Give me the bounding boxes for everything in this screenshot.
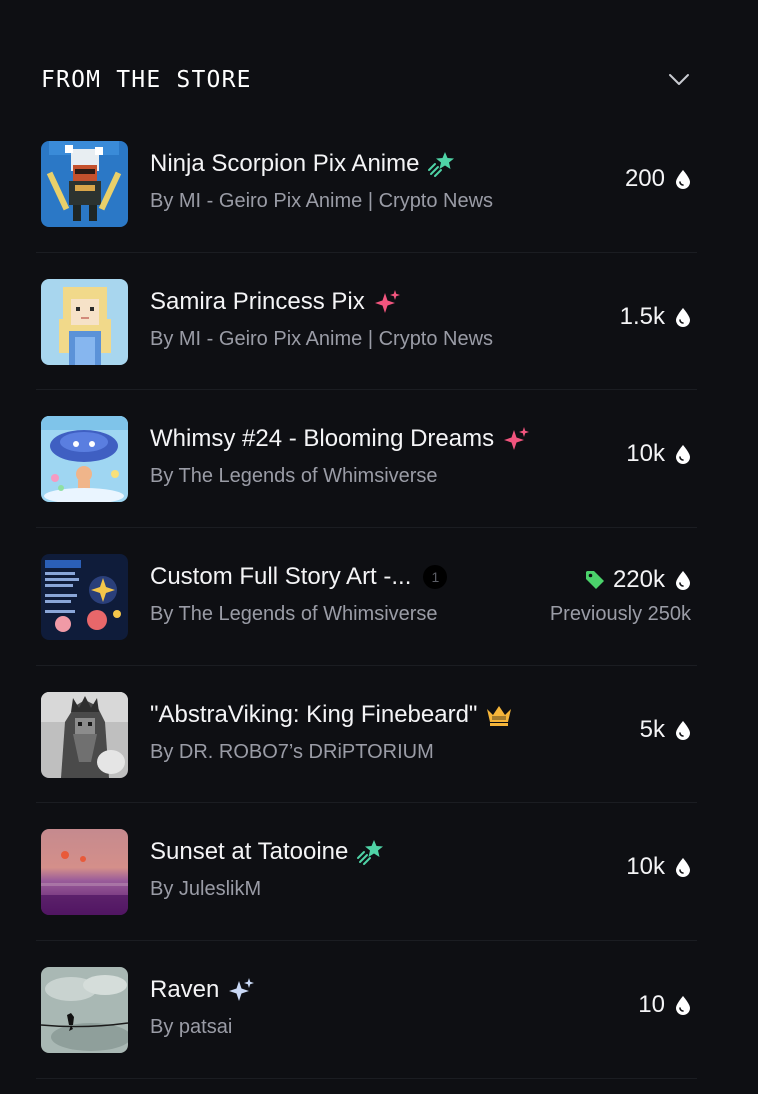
section-title: FROM THE STORE <box>41 67 252 93</box>
item-price: 10k <box>626 440 665 468</box>
item-title[interactable]: "AbstraViking: King Finebeard" <box>150 701 477 729</box>
item-creator[interactable]: By patsai <box>150 1016 232 1039</box>
item-title-line: Samira Princess Pix <box>150 288 401 316</box>
item-title-line: Custom Full Story Art -... 1 <box>150 563 448 591</box>
item-price: 10 <box>638 991 665 1019</box>
item-title-line: Raven <box>150 976 255 1004</box>
item-thumbnail <box>41 141 128 227</box>
list-item[interactable]: Sunset at Tatooine By JuleslikM 10k <box>36 803 697 942</box>
section-header[interactable]: FROM THE STORE <box>41 62 691 98</box>
shooting-star-icon <box>427 150 455 178</box>
sparkle-icon <box>502 425 530 453</box>
drop-icon <box>675 570 691 591</box>
item-title[interactable]: Sunset at Tatooine <box>150 838 348 866</box>
item-title[interactable]: Ninja Scorpion Pix Anime <box>150 150 419 178</box>
price-box: 10 <box>638 991 691 1019</box>
sparkle-icon <box>373 288 401 316</box>
price-box: 220k <box>585 566 691 594</box>
previous-price: Previously 250k <box>549 603 691 626</box>
item-thumbnail <box>41 416 128 503</box>
count-badge: 1 <box>423 565 448 590</box>
item-title[interactable]: Custom Full Story Art -... <box>150 563 411 591</box>
item-price: 220k <box>612 566 665 594</box>
list-item[interactable]: "AbstraViking: King Finebeard" By DR. RO… <box>36 666 697 804</box>
item-thumbnail <box>41 278 128 365</box>
drop-icon <box>675 995 691 1016</box>
drop-icon <box>675 857 691 878</box>
item-thumbnail <box>41 691 128 778</box>
store-list: Ninja Scorpion Pix Anime By MI - Geiro P… <box>36 115 697 1079</box>
item-creator[interactable]: By MI - Geiro Pix Anime | Crypto News <box>150 190 493 213</box>
list-item[interactable]: Whimsy #24 - Blooming Dreams By The Lege… <box>36 390 697 529</box>
list-item[interactable]: Ninja Scorpion Pix Anime By MI - Geiro P… <box>36 115 697 253</box>
drop-icon <box>675 444 691 465</box>
item-price: 5k <box>639 715 665 743</box>
chevron-down-icon[interactable] <box>667 68 691 92</box>
drop-icon <box>675 307 691 327</box>
price-tag-icon <box>585 570 605 590</box>
drop-icon <box>675 720 691 740</box>
item-price: 1.5k <box>619 302 665 330</box>
sparkle-icon <box>227 976 255 1004</box>
price-box: 1.5k <box>620 303 691 331</box>
item-thumbnail <box>41 554 128 641</box>
list-item[interactable]: Samira Princess Pix By MI - Geiro Pix An… <box>36 253 697 391</box>
item-title-line: "AbstraViking: King Finebeard" <box>150 701 513 729</box>
store-panel: FROM THE STORE Ninja Scorpion Pix Anime … <box>0 0 758 1094</box>
list-item[interactable]: Custom Full Story Art -... 1 By The Lege… <box>36 528 697 666</box>
crown-icon <box>485 701 513 729</box>
item-title[interactable]: Samira Princess Pix <box>150 288 365 316</box>
item-creator[interactable]: By DR. ROBO7’s DRiPTORIUM <box>150 741 434 764</box>
item-title[interactable]: Raven <box>150 976 219 1004</box>
item-title[interactable]: Whimsy #24 - Blooming Dreams <box>150 425 494 453</box>
item-creator[interactable]: By JuleslikM <box>150 878 261 901</box>
price-box: 10k <box>626 440 691 468</box>
item-title-line: Whimsy #24 - Blooming Dreams <box>150 425 530 453</box>
item-price: 10k <box>626 853 665 881</box>
item-price: 200 <box>624 165 665 192</box>
drop-icon <box>675 169 691 189</box>
item-creator[interactable]: By The Legends of Whimsiverse <box>150 603 438 626</box>
price-box: 5k <box>640 716 691 744</box>
item-creator[interactable]: By MI - Geiro Pix Anime | Crypto News <box>150 328 493 351</box>
item-title-line: Ninja Scorpion Pix Anime <box>150 150 455 178</box>
item-creator[interactable]: By The Legends of Whimsiverse <box>150 465 438 488</box>
item-thumbnail <box>41 829 128 916</box>
shooting-star-icon <box>356 838 384 866</box>
item-title-line: Sunset at Tatooine <box>150 838 384 866</box>
price-box: 200 <box>625 165 691 193</box>
price-box: 10k <box>626 853 691 881</box>
list-item[interactable]: Raven By patsai 10 <box>36 941 697 1079</box>
item-thumbnail <box>41 967 128 1054</box>
